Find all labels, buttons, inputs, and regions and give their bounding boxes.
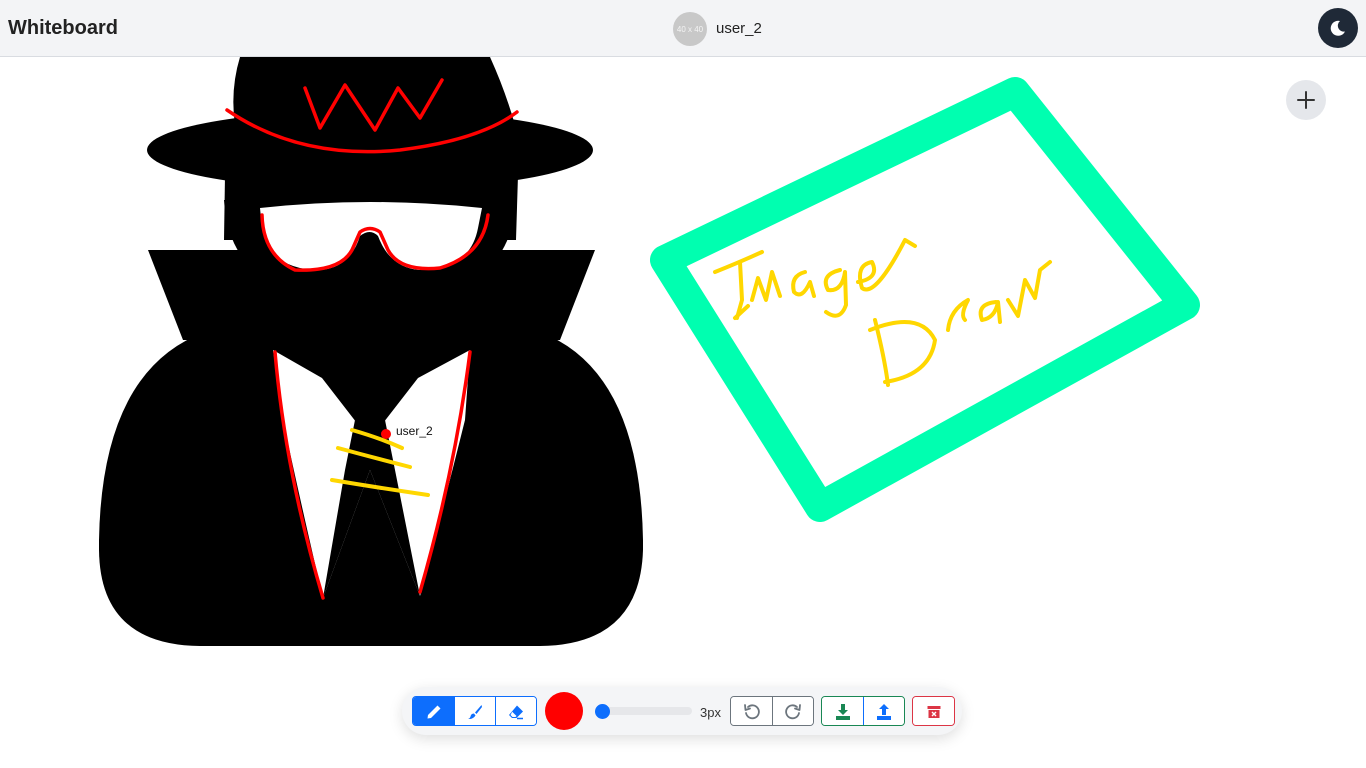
- eraser-icon: [509, 705, 523, 720]
- app-title: Whiteboard: [8, 17, 118, 39]
- add-button[interactable]: [1286, 80, 1326, 120]
- whiteboard-app: Whiteboard 40 x 40 user_2 user_2 3px: [0, 0, 1366, 768]
- trash-icon: [927, 706, 940, 718]
- brush-size-label: 3px: [700, 705, 721, 720]
- download-button[interactable]: [822, 697, 863, 725]
- spy-figure-image: [99, 57, 643, 646]
- file-group: [821, 696, 905, 726]
- current-username: user_2: [716, 20, 762, 37]
- color-picker[interactable]: [545, 692, 583, 730]
- top-navbar: Whiteboard 40 x 40 user_2: [0, 0, 1366, 57]
- upload-button[interactable]: [863, 697, 904, 725]
- pencil-tool-button[interactable]: [413, 697, 454, 725]
- history-group: [730, 696, 814, 726]
- clear-canvas-button[interactable]: [913, 697, 954, 725]
- avatar: 40 x 40: [673, 12, 707, 46]
- brush-icon: [468, 705, 482, 720]
- plus-icon: [1297, 91, 1315, 109]
- canvas-drawing: [99, 57, 1200, 646]
- theme-toggle-button[interactable]: [1318, 8, 1358, 48]
- download-icon: [835, 704, 850, 720]
- undo-icon: [743, 704, 760, 720]
- drawing-toolbar: 3px: [402, 687, 962, 735]
- undo-button[interactable]: [731, 697, 772, 725]
- upload-icon: [877, 704, 891, 720]
- clear-group: [912, 696, 955, 726]
- eraser-tool-button[interactable]: [495, 697, 536, 725]
- redo-button[interactable]: [772, 697, 813, 725]
- moon-icon: [1330, 20, 1345, 36]
- drawing-canvas[interactable]: user_2: [0, 57, 1366, 768]
- brush-size-slider-thumb[interactable]: [595, 704, 610, 719]
- handwritten-text-strokes: [713, 238, 1052, 387]
- pencil-icon: [427, 705, 440, 719]
- remote-cursor-label: user_2: [396, 424, 433, 438]
- redo-icon: [785, 704, 801, 720]
- tool-selector-group: [412, 696, 537, 726]
- brush-size-slider-track[interactable]: [597, 707, 692, 715]
- remote-cursor-dot: [381, 429, 391, 439]
- brush-tool-button[interactable]: [454, 697, 495, 725]
